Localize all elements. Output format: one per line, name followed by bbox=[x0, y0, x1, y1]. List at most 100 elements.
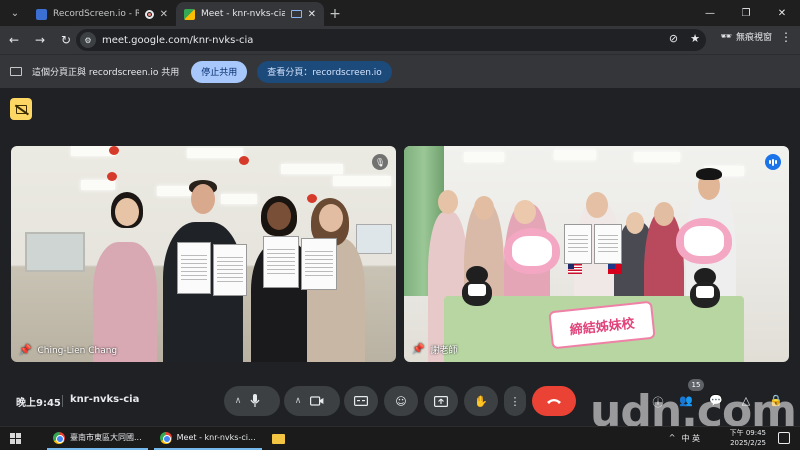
ceiling-light bbox=[464, 152, 504, 162]
person bbox=[93, 242, 157, 362]
presenting-indicator[interactable] bbox=[10, 98, 32, 120]
ceiling-light bbox=[281, 164, 343, 174]
incognito-label: 無痕視窗 bbox=[735, 33, 772, 43]
tab-recordscreen[interactable]: RecordScreen.io - Record ✕ bbox=[28, 2, 176, 26]
microphone-icon bbox=[250, 394, 260, 407]
meet-favicon-icon bbox=[184, 8, 195, 20]
sharing-tab-icon bbox=[290, 10, 302, 18]
incognito-indicator[interactable]: 🕶 無痕視窗 bbox=[721, 30, 772, 44]
site-info-icon[interactable]: ⚙ bbox=[80, 32, 96, 48]
address-bar[interactable]: ⚙ meet.google.com/knr-nvks-cia ⊘ ★ bbox=[76, 29, 706, 51]
divider bbox=[62, 395, 63, 407]
meeting-code: knr-nvks-cia bbox=[70, 394, 140, 405]
person-head bbox=[191, 184, 215, 214]
heart-sign-center bbox=[512, 236, 552, 266]
participant-tile-xie[interactable]: 締結姊妹校 📌 謝老師 bbox=[404, 146, 789, 362]
system-tray: ^ 中 英 bbox=[669, 433, 700, 444]
videocam-icon bbox=[310, 396, 324, 406]
wall-board bbox=[356, 224, 392, 254]
tab-sharing-bar: 這個分頁正與 recordscreen.io 共用 停止共用 查看分頁：reco… bbox=[0, 54, 800, 88]
leave-call-button[interactable] bbox=[532, 386, 576, 416]
emoji-icon: ☺ bbox=[395, 394, 407, 408]
reload-button[interactable]: ↻ bbox=[54, 28, 78, 52]
taiwan-flag-icon bbox=[608, 264, 622, 274]
pin-icon[interactable]: 📌 bbox=[19, 345, 31, 356]
captions-button[interactable] bbox=[344, 386, 378, 416]
us-flag-icon bbox=[568, 264, 582, 274]
ceiling-light bbox=[187, 148, 243, 158]
taskbar-app-chrome-2[interactable]: Meet - knr-nvks-ci... bbox=[153, 428, 262, 450]
omnibox-actions: ⊘ ★ bbox=[669, 32, 700, 45]
taskbar-app-label: 臺南市東區大同國... bbox=[70, 433, 142, 442]
audio-options-button[interactable]: ∧ bbox=[226, 396, 250, 406]
minimize-button[interactable]: — bbox=[692, 0, 728, 26]
person-head bbox=[514, 200, 536, 224]
notification-icon[interactable] bbox=[778, 432, 790, 444]
view-shared-tab-button[interactable]: 查看分頁：recordscreen.io bbox=[257, 60, 392, 83]
signed-document bbox=[213, 244, 247, 296]
present-button[interactable] bbox=[424, 386, 458, 416]
person-head bbox=[438, 190, 458, 214]
recordscreen-favicon-icon bbox=[36, 8, 47, 20]
arrow-left-icon: ← bbox=[8, 33, 20, 47]
camera-button[interactable] bbox=[310, 396, 338, 406]
video-options-button[interactable]: ∧ bbox=[286, 396, 310, 406]
sharing-status-text: 這個分頁正與 recordscreen.io 共用 bbox=[32, 68, 180, 78]
red-lantern bbox=[109, 146, 119, 155]
speaking-indicator-icon bbox=[765, 154, 781, 170]
camera-blocked-icon[interactable]: ⊘ bbox=[669, 32, 678, 45]
url-text: meet.google.com/knr-nvks-cia bbox=[102, 34, 254, 46]
clock-date: 2025/2/25 bbox=[730, 439, 766, 447]
close-tab-icon[interactable]: ✕ bbox=[160, 9, 168, 20]
more-options-button[interactable]: ⋮ bbox=[504, 386, 526, 416]
chevron-down-icon: ⌄ bbox=[10, 7, 20, 19]
person-head bbox=[474, 196, 494, 220]
close-tab-icon[interactable]: ✕ bbox=[308, 9, 316, 20]
participant-tile-ching-lien-chang[interactable]: 🎙 📌 Ching-Lien Chang bbox=[11, 146, 396, 362]
maximize-button[interactable]: ❐ bbox=[728, 0, 764, 26]
forward-button[interactable]: → bbox=[28, 28, 52, 52]
tab-title: Meet - knr-nvks-cia bbox=[201, 9, 285, 19]
person-head bbox=[319, 204, 343, 232]
close-window-button[interactable]: ✕ bbox=[764, 0, 800, 26]
signed-document bbox=[594, 224, 622, 264]
raise-hand-button[interactable]: ✋ bbox=[464, 386, 498, 416]
file-explorer-icon[interactable] bbox=[271, 433, 285, 444]
tab-meet[interactable]: Meet - knr-nvks-cia ✕ bbox=[176, 2, 324, 26]
back-button[interactable]: ← bbox=[2, 28, 26, 52]
microphone-button[interactable] bbox=[250, 394, 278, 408]
taskbar-clock[interactable]: 下午 09:45 2025/2/25 bbox=[730, 428, 766, 448]
tab-search-button[interactable]: ⌄ bbox=[4, 2, 26, 24]
present-off-icon bbox=[15, 104, 27, 114]
reactions-button[interactable]: ☺ bbox=[384, 386, 418, 416]
pin-icon[interactable]: 📌 bbox=[412, 344, 424, 355]
browser-tab-strip: ⌄ RecordScreen.io - Record ✕ Meet - knr-… bbox=[0, 0, 800, 26]
arrow-right-icon: → bbox=[34, 33, 46, 47]
bookmark-star-icon[interactable]: ★ bbox=[690, 32, 700, 45]
person-head bbox=[654, 202, 674, 226]
signed-document bbox=[263, 236, 299, 288]
windows-start-icon[interactable] bbox=[10, 433, 21, 444]
clock-time: 下午 09:45 bbox=[729, 429, 766, 437]
window-controls: — ❐ ✕ bbox=[692, 0, 800, 26]
video-feed bbox=[11, 146, 396, 362]
tab-title: RecordScreen.io - Record bbox=[53, 9, 139, 19]
red-lantern bbox=[307, 194, 317, 203]
taskbar-app-chrome-1[interactable]: 臺南市東區大同國... bbox=[47, 428, 148, 450]
present-screen-icon bbox=[434, 395, 448, 407]
more-vert-icon: ⋮ bbox=[780, 30, 792, 44]
microphone-control: ∧ bbox=[224, 386, 280, 416]
recording-icon bbox=[144, 9, 154, 19]
browser-menu-button[interactable]: ⋮ bbox=[780, 30, 792, 44]
chrome-icon bbox=[159, 431, 172, 444]
person-head bbox=[586, 192, 608, 218]
tray-chevron-icon[interactable]: ^ bbox=[669, 433, 676, 444]
video-feed: 締結姊妹校 bbox=[404, 146, 789, 362]
stop-sharing-button[interactable]: 停止共用 bbox=[191, 60, 248, 83]
windows-taskbar: 臺南市東區大同國... Meet - knr-nvks-ci... ^ 中 英 … bbox=[0, 426, 800, 450]
new-tab-button[interactable]: + bbox=[324, 2, 346, 26]
input-language[interactable]: 中 英 bbox=[681, 433, 700, 444]
heart-sign bbox=[504, 228, 560, 274]
signed-document bbox=[177, 242, 211, 294]
person-head bbox=[115, 198, 139, 226]
